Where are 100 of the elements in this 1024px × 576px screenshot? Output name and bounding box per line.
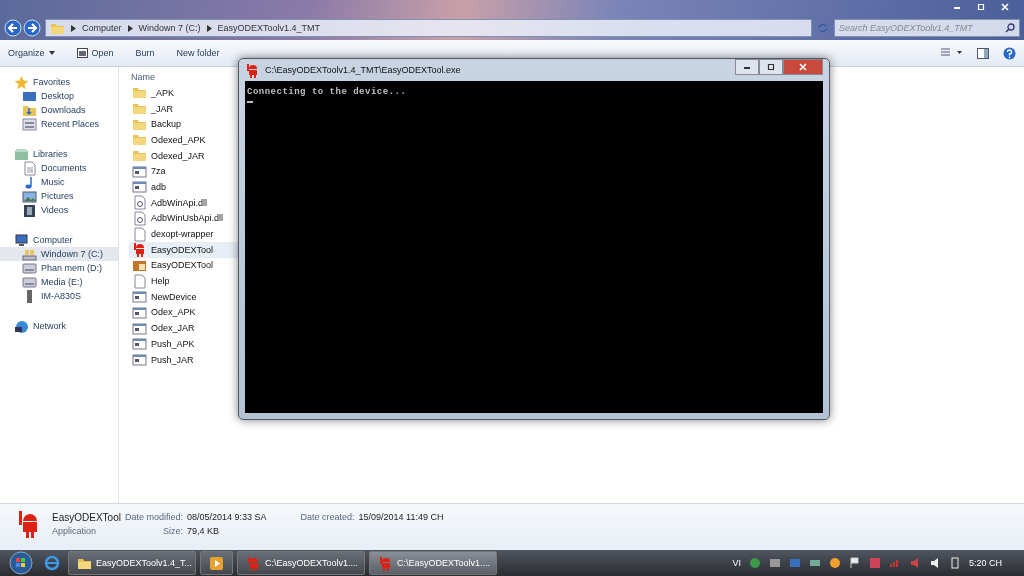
- start-button[interactable]: [6, 551, 36, 575]
- window-icon: [76, 48, 88, 58]
- field-label: Size:: [161, 526, 183, 536]
- window-title: C:\EasyODEXToolv1.4_TMT\EasyODEXTool.exe: [265, 65, 461, 75]
- sidebar-item[interactable]: Phan mem (D:): [0, 261, 118, 275]
- chevron-icon: [206, 24, 212, 32]
- sidebar-group[interactable]: Favorites: [0, 75, 118, 89]
- field-value: 08/05/2014 9:33 SA: [186, 512, 267, 522]
- close-icon: [1000, 2, 1010, 12]
- sidebar-item[interactable]: Pictures: [0, 189, 118, 203]
- minimize-button[interactable]: [735, 59, 759, 75]
- chevron-icon: [127, 24, 133, 32]
- recent-places-icon: [22, 116, 37, 132]
- toolbar-button[interactable]: Burn: [135, 48, 155, 58]
- search-icon: [1005, 23, 1015, 33]
- file-item[interactable]: dexopt-wrapper: [129, 226, 239, 242]
- file-icon: [132, 226, 147, 242]
- field-label: Date modified:: [124, 512, 183, 522]
- maximize-icon: [766, 62, 776, 72]
- program-icon: [132, 304, 147, 320]
- folder-icon: [132, 148, 147, 164]
- film-icon: [22, 202, 37, 218]
- folder-icon: [132, 101, 147, 117]
- toolbar-button[interactable]: New folder: [176, 48, 220, 58]
- star-icon: [14, 74, 29, 90]
- android-icon: [132, 242, 147, 258]
- flag-icon[interactable]: [848, 557, 861, 569]
- sidebar-group[interactable]: Libraries: [0, 147, 118, 161]
- taskbar-button[interactable]: EasyODEXToolv1.4_T...: [68, 551, 196, 575]
- breadcrumb-item[interactable]: EasyODEXToolv1.4_TMT: [217, 23, 321, 33]
- gear-file-icon: [132, 195, 147, 211]
- file-icon: [132, 273, 147, 289]
- forward-icon[interactable]: [23, 19, 41, 37]
- file-type: Application: [52, 526, 98, 536]
- speaker-icon[interactable]: [928, 557, 941, 569]
- close-icon: [798, 62, 808, 72]
- help-icon[interactable]: [1003, 46, 1016, 60]
- drive-icon: [22, 274, 37, 290]
- taskbar-button[interactable]: [200, 551, 233, 575]
- sidebar-item[interactable]: Videos: [0, 203, 118, 217]
- clock[interactable]: 5:20 CH: [968, 558, 1002, 568]
- file-item[interactable]: EasyODEXTool: [129, 241, 239, 258]
- file-item[interactable]: Push_JAR: [129, 351, 239, 368]
- android-icon: [246, 555, 261, 571]
- file-item[interactable]: AdbWinUsbApi.dll: [129, 210, 239, 227]
- taskbar-button[interactable]: C:\EasyODEXToolv1....: [237, 551, 365, 575]
- sidebar-item[interactable]: IM-A830S: [0, 289, 118, 303]
- file-item[interactable]: 7za: [129, 163, 239, 180]
- file-item[interactable]: adb: [129, 179, 239, 195]
- program-icon: [132, 352, 147, 368]
- column-header[interactable]: Name: [129, 69, 155, 85]
- view-options-icon[interactable]: [941, 48, 963, 58]
- language-indicator[interactable]: VI: [732, 558, 741, 568]
- library-icon: [14, 146, 29, 162]
- sidebar-item[interactable]: Music: [0, 175, 118, 189]
- sidebar-group[interactable]: Computer: [0, 233, 118, 247]
- folder-icon: [132, 85, 147, 101]
- program-icon: [132, 289, 147, 305]
- file-item[interactable]: Odex_APK: [129, 304, 239, 321]
- sidebar-item[interactable]: Desktop: [0, 89, 118, 103]
- file-item[interactable]: Odex_JAR: [129, 320, 239, 336]
- computer-icon: [14, 232, 29, 248]
- program-icon: [132, 163, 147, 179]
- preview-pane-icon[interactable]: [977, 47, 989, 59]
- organize-menu[interactable]: Organize: [8, 48, 55, 58]
- sidebar-item[interactable]: Media (E:): [0, 275, 118, 289]
- field-value: 15/09/2014 11:49 CH: [358, 512, 445, 522]
- toolbar-button[interactable]: Open: [76, 48, 114, 58]
- field-value: 79,4 KB: [186, 526, 220, 536]
- console-line: Connecting to the device...: [247, 87, 408, 97]
- sidebar-item[interactable]: Recent Places: [0, 117, 118, 131]
- maximize-icon: [976, 2, 986, 12]
- sidebar-item[interactable]: Downloads: [0, 103, 118, 117]
- breadcrumb-item[interactable]: Computer: [82, 23, 122, 33]
- file-item[interactable]: AdbWinApi.dll: [129, 194, 239, 211]
- gear-file-icon: [132, 210, 147, 226]
- maximize-button[interactable]: [759, 59, 783, 75]
- search-field[interactable]: Search EasyODEXToolv1.4_TMT: [834, 19, 1020, 37]
- back-icon[interactable]: [4, 19, 22, 37]
- taskbar-button[interactable]: C:\EasyODEXToolv1....: [369, 551, 497, 575]
- program-icon: [132, 336, 147, 352]
- breadcrumb-item[interactable]: Windown 7 (C:): [138, 23, 201, 33]
- caret-icon: [48, 51, 55, 55]
- file-item[interactable]: NewDevice: [129, 288, 239, 305]
- picture-icon: [22, 188, 37, 204]
- sidebar-group[interactable]: Network: [0, 319, 118, 333]
- file-item[interactable]: Help: [129, 273, 239, 289]
- media-player-icon: [209, 555, 224, 571]
- program-icon: [132, 179, 147, 195]
- program-icon: [132, 320, 147, 336]
- android-icon: [378, 555, 393, 571]
- document-icon: [22, 160, 37, 176]
- file-item[interactable]: Push_APK: [129, 336, 239, 352]
- chevron-icon: [71, 24, 76, 32]
- drive-icon: [22, 260, 37, 276]
- sidebar-item[interactable]: Documents: [0, 161, 118, 175]
- sidebar-item[interactable]: Windown 7 (C:): [0, 247, 118, 261]
- android-icon: [245, 62, 260, 78]
- address-bar[interactable]: Computer Windown 7 (C:) EasyODEXToolv1.4_TMT: [45, 19, 812, 37]
- folder-icon: [132, 132, 147, 148]
